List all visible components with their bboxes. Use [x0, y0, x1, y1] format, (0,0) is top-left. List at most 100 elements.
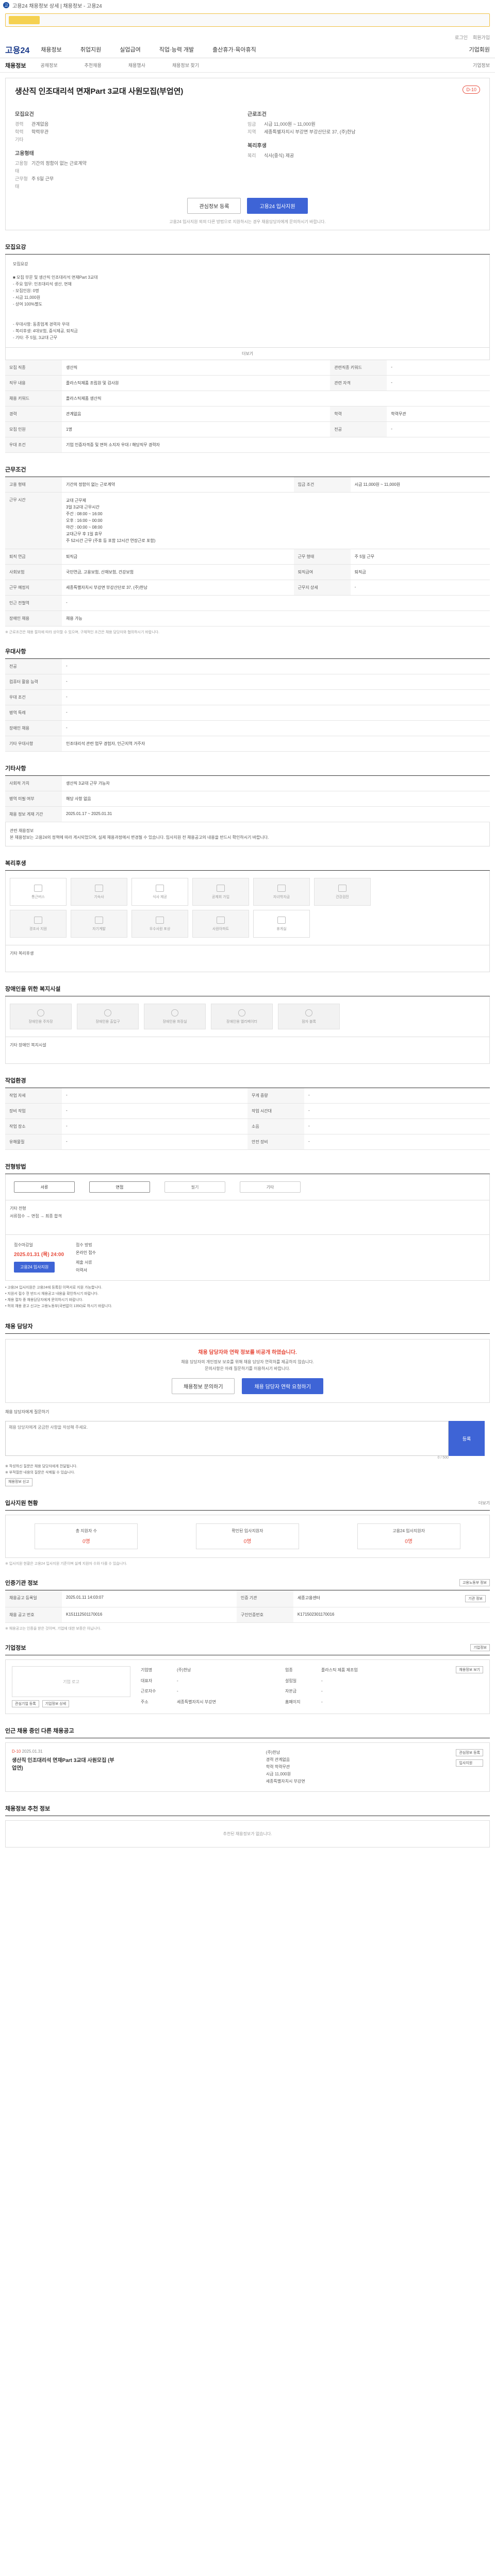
- table-row: 컴퓨터 활용 능력 -: [5, 674, 490, 690]
- more-button[interactable]: 더보기: [5, 348, 490, 360]
- table-row: 병역 특례 -: [5, 705, 490, 721]
- company-jobs-button[interactable]: 채용정보 보기: [456, 1666, 483, 1673]
- recruit-section: 모집요강 모집요강 ■ 모집 부문 및 생산직 인조대리석 면재Part 3교대…: [5, 243, 490, 453]
- recruit-section-title: 모집요강: [5, 243, 490, 255]
- step-interview: 면접: [89, 1181, 150, 1193]
- org-info-button[interactable]: 기관 정보: [465, 1595, 486, 1602]
- disability-item: 장애인용 주차장: [10, 1004, 72, 1029]
- table-row: 사회보험 국민연금, 고용보험, 산재보험, 건강보험 퇴직급여 퇴직금: [5, 564, 490, 580]
- top-banner[interactable]: [5, 13, 490, 27]
- env-section-title: 작업환경: [5, 1076, 490, 1088]
- table-row: 사회적 가치 생산직 3교대 근무 가능자: [5, 776, 490, 791]
- rec-interest-button[interactable]: 관심정보 등록: [456, 1749, 483, 1756]
- browser-tab: 고 고용24 채용정보 상세 | 채용정보 - 고용24: [0, 0, 495, 10]
- table-row: 근무 시간 교대 근무제 3일 3교대 근무시간 주간 : 08:00 ~ 16:…: [5, 492, 490, 549]
- table-row: 우대 조건 기업 인증자격증 및 면허 소지자 우대 / 해당직무 경력자: [5, 437, 490, 453]
- docs-value: 이력서: [76, 1268, 88, 1273]
- gnb-item-benefit[interactable]: 실업급여: [120, 45, 140, 54]
- env-section: 작업환경 작업 자세 - 무게 중량 - 장비 작업 - 작업 시간대 - 작업 장소 - 소음…: [5, 1076, 490, 1150]
- gnb-corp-member[interactable]: 기업회원: [469, 45, 490, 54]
- contact-section: 채용 담당자 채용 담당자와 연락 정보를 비공개 하였습니다. 채용 담당자의…: [5, 1322, 490, 1486]
- contact-section-title: 채용 담당자: [5, 1322, 490, 1334]
- login-link[interactable]: 로그인: [455, 34, 468, 41]
- subnav-item-2[interactable]: 추천채용: [85, 62, 102, 69]
- table-row: 경력 관계없음 학력 학력무관: [5, 406, 490, 422]
- apply-section: 우대사항 전공 - 컴퓨터 활용 능력 - 우대 조건 - 병역 특례 - 장애인 채용…: [5, 647, 490, 752]
- empty-title: 채용정보 추천 정보: [5, 1804, 490, 1816]
- process-steps: 서류 면접 필기 기타: [5, 1174, 490, 1200]
- recommend-section: 인근 채용 중인 다른 채용공고 D-10 2025.01.31 생산직 인조대…: [5, 1726, 490, 1792]
- award-icon: [156, 916, 164, 924]
- parking-icon: [37, 1009, 44, 1016]
- table-row: 인근 전철역 -: [5, 595, 490, 611]
- job-title: 생산직 인조대리석 면재Part 3교대 사원모집(부업연): [15, 87, 184, 96]
- table-row: 모집 인원 1명 전공 -: [5, 421, 490, 437]
- logo[interactable]: 고용24: [5, 43, 29, 56]
- table-row: 우대 조건 -: [5, 689, 490, 705]
- company-title: 기업정보: [5, 1645, 26, 1651]
- req-etc: 기타: [15, 137, 24, 142]
- table-row: 작업 장소 - 소음 -: [5, 1118, 490, 1134]
- dday-badge: D-10: [463, 86, 480, 94]
- subnav-item-1[interactable]: 공채정보: [40, 62, 57, 69]
- rec-apply-button[interactable]: 입사지원: [456, 1759, 483, 1767]
- emp-heading: 고용형태: [15, 151, 34, 157]
- process-extra-label: 기타 전형: [10, 1206, 26, 1211]
- subnav-item-4[interactable]: 채용정보 찾기: [172, 62, 199, 69]
- process-notes: • 고용24 입사지원은 고용24에 등록된 이력서로 지원 가능합니다. • …: [5, 1286, 112, 1308]
- org-title: 인증기관 정보: [5, 1580, 38, 1586]
- table-row: 장비 작업 - 작업 시간대 -: [5, 1103, 490, 1119]
- emp-shift: 근무형태 주 5일 근무: [15, 176, 54, 189]
- signup-link[interactable]: 회원가입: [473, 34, 490, 41]
- welfare-item: 자기계발: [71, 910, 127, 938]
- table-row: 모집 직종 생산직 관련직종 키워드 -: [5, 360, 490, 376]
- table-row: 채용 정보 게재 기간 2025.01.17 ~ 2025.01.31: [5, 806, 490, 822]
- qa-textarea[interactable]: [5, 1421, 449, 1456]
- company-interest-button[interactable]: 관심기업 등록: [12, 1700, 39, 1707]
- welfare-item: 휴게실: [253, 910, 310, 938]
- apply-section-title: 우대사항: [5, 647, 490, 659]
- table-row: 기타 우대사항 인조대리석 관련 업무 경험자, 인근지역 거주자: [5, 736, 490, 752]
- table-row: 채용 공고 번호 K151112501170016 구인인증번호 K171502301…: [5, 1607, 490, 1623]
- req-edu: 학력 학력무관: [15, 129, 49, 134]
- stats-section: 입사지원 현황 더보기 총 지원자 수 0명 확인된 입사지원자 0명 고용24 입…: [5, 1499, 490, 1566]
- table-row: 고용 형태 기간의 정함이 없는 근로계약 임금 조건 시급 11,000원 ~ 11…: [5, 477, 490, 493]
- empty-text: 추천된 채용정보가 없습니다.: [5, 1820, 490, 1848]
- event-icon: [34, 916, 42, 924]
- report-button[interactable]: 채용정보 신고: [5, 1478, 32, 1486]
- inquiry-button[interactable]: 채용정보 문의하기: [172, 1378, 235, 1394]
- welfare-item: 식사 제공: [131, 878, 188, 906]
- contact-request-button[interactable]: 채용 담당자 연락 요청하기: [242, 1378, 323, 1394]
- deadline-apply-button[interactable]: 고용24 입사지원: [14, 1262, 55, 1273]
- etc-section: 기타사항 사회적 가치 생산직 3교대 근무 가능자 병역 미필 여부 해당 사항 …: [5, 764, 490, 846]
- gnb-item-training[interactable]: 직업·능력 개발: [159, 45, 194, 54]
- restroom-icon: [171, 1009, 178, 1016]
- qa-form: 등록: [5, 1421, 490, 1456]
- gnb-item-leave[interactable]: 출산휴가·육아휴직: [212, 45, 256, 54]
- welfare-item: 기숙사: [71, 878, 127, 906]
- company-detail-button[interactable]: 기업정보 상세: [42, 1700, 70, 1707]
- recommend-job: D-10 2025.01.31 생산직 인조대리석 면재Part 3교대 사원모…: [5, 1742, 490, 1792]
- save-interest-button[interactable]: 관심정보 등록: [187, 198, 241, 214]
- welfare-section: 복리후생 통근버스 기숙사 식사 제공 공제회 가입 자녀학자금 건강검진 경조…: [5, 859, 490, 972]
- elevator-icon: [238, 1009, 245, 1016]
- company-box: 기업 로고 관심기업 등록 기업정보 상세 기업명 (주)한남 업종 플라스틱 제품 …: [5, 1659, 490, 1714]
- subnav-item-3[interactable]: 채용행사: [128, 62, 145, 69]
- org-more-button[interactable]: 고용노동부 정보: [459, 1579, 490, 1586]
- stats-more[interactable]: 더보기: [478, 1500, 490, 1506]
- disability-extra-label: 기타 장애인 복지시설: [10, 1043, 46, 1047]
- table-row: 전공 -: [5, 659, 490, 674]
- tuition-icon: [277, 884, 286, 892]
- rec-company: (주)한남: [266, 1750, 280, 1755]
- req-career: 경력 관계없음: [15, 122, 49, 127]
- gnb-item-jobs[interactable]: 채용정보: [41, 45, 61, 54]
- rec-title[interactable]: 생산직 인조대리석 면재Part 3교대 사원모집 (부업연): [12, 1756, 115, 1771]
- apply-button[interactable]: 고용24 입사지원: [247, 198, 308, 214]
- subnav-corp-info[interactable]: 기업정보: [473, 62, 490, 69]
- disability-item: 장애인용 화장실: [144, 1004, 206, 1029]
- gnb-item-support[interactable]: 취업지원: [80, 45, 101, 54]
- qa-send-button[interactable]: 등록: [449, 1421, 485, 1456]
- rec-date: 2025.01.31: [22, 1749, 43, 1754]
- company-info: 기업명 (주)한남 업종 플라스틱 제품 제조업 대표자 - 설립일 - 근로자수 - 자본금 -…: [141, 1668, 358, 1704]
- company-more-button[interactable]: 기업정보: [470, 1644, 490, 1651]
